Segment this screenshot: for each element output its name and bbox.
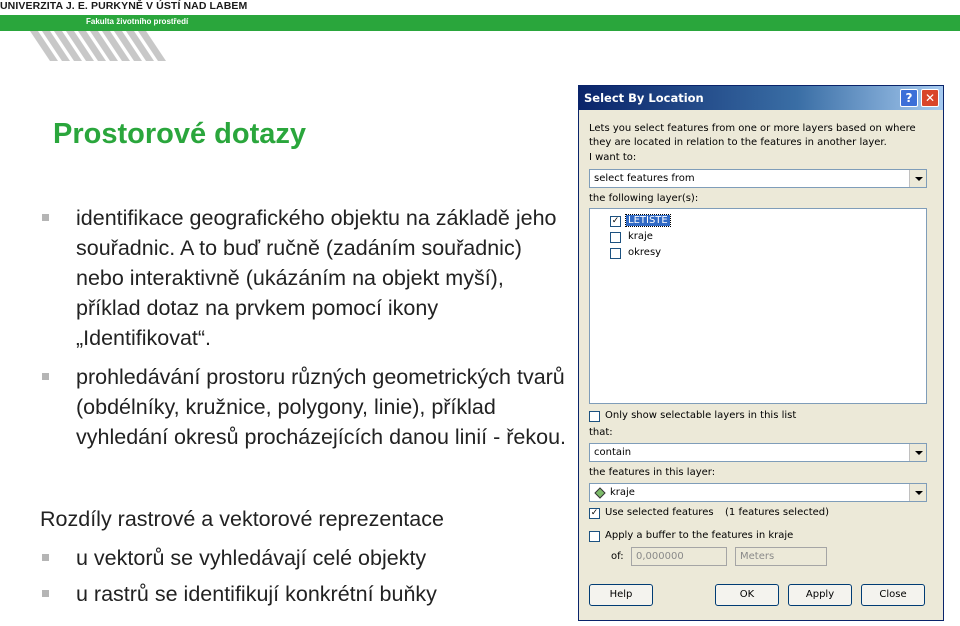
header-banner: UNIVERZITA J. E. PURKYNĚ V ÚSTÍ NAD LABE… [0, 0, 960, 64]
dialog-description: Lets you select features from one or mor… [589, 123, 916, 148]
main-bullet-list: identifikace geografického objektu na zá… [40, 203, 570, 452]
buffer-distance-field[interactable]: 0,000000 [631, 547, 727, 566]
sub-bullet-list: u vektorů se vyhledávají celé objekty u … [40, 543, 570, 609]
bullet-item: prohledávání prostoru různých geometrick… [40, 362, 570, 452]
bullet-item: u vektorů se vyhledávají celé objekty [40, 543, 570, 573]
buffer-label: Apply a buffer to the features in kraje [605, 530, 794, 541]
following-layers-label: the following layer(s): [589, 193, 699, 204]
only-selectable-label: Only show selectable layers in this list [605, 410, 797, 421]
features-layer-dropdown[interactable]: kraje [589, 483, 927, 502]
faculty-name: Fakulta životního prostředí [86, 17, 189, 26]
bullet-item: u rastrů se identifikují konkrétní buňky [40, 579, 570, 609]
layer-list[interactable]: ✓ LETISTE kraje okresy [589, 208, 927, 404]
close-button[interactable]: Close [861, 584, 925, 606]
that-dropdown[interactable]: contain [589, 443, 927, 462]
i-want-to-value: select features from [594, 173, 695, 184]
of-label: of: [611, 551, 624, 562]
that-value: contain [594, 447, 632, 458]
select-by-location-dialog: Select By Location ? ✕ Lets you select f… [578, 85, 944, 621]
buffer-distance-value: 0,000000 [636, 551, 684, 562]
polygon-layer-icon [594, 487, 606, 499]
layer-name: LETISTE [625, 214, 671, 227]
bullet-item: identifikace geografického objektu na zá… [40, 203, 570, 353]
chevron-down-icon[interactable] [909, 484, 926, 501]
features-layer-label: the features in this layer: [589, 467, 716, 478]
buffer-units-dropdown[interactable]: Meters [735, 547, 827, 566]
layer-checkbox[interactable]: ✓ [610, 216, 621, 227]
i-want-to-dropdown[interactable]: select features from [589, 169, 927, 188]
features-layer-value: kraje [610, 487, 635, 498]
decorative-stripes-icon [30, 31, 166, 61]
buffer-checkbox[interactable] [589, 531, 600, 542]
layer-checkbox[interactable] [610, 248, 621, 259]
use-selected-label: Use selected features [605, 507, 714, 518]
dialog-titlebar[interactable]: Select By Location ? ✕ [579, 86, 943, 110]
dialog-title: Select By Location [584, 91, 704, 105]
slide-title: Prostorové dotazy [53, 118, 306, 150]
close-icon[interactable]: ✕ [921, 89, 939, 107]
layer-checkbox[interactable] [610, 232, 621, 243]
layer-name: kraje [628, 231, 653, 242]
chevron-down-icon[interactable] [909, 444, 926, 461]
use-selected-checkbox[interactable]: ✓ [589, 508, 600, 519]
subheading: Rozdíly rastrové a vektorové reprezentac… [40, 507, 444, 531]
help-button[interactable]: Help [589, 584, 653, 606]
help-icon[interactable]: ? [900, 89, 918, 107]
i-want-to-label: I want to: [589, 152, 637, 163]
selected-count: (1 features selected) [725, 507, 830, 518]
layer-name: okresy [628, 247, 662, 258]
that-label: that: [589, 427, 613, 438]
buffer-units-value: Meters [740, 551, 775, 562]
only-selectable-checkbox[interactable] [589, 411, 600, 422]
ok-button[interactable]: OK [715, 584, 779, 606]
chevron-down-icon[interactable] [909, 170, 926, 187]
apply-button[interactable]: Apply [788, 584, 852, 606]
university-name: UNIVERZITA J. E. PURKYNĚ V ÚSTÍ NAD LABE… [0, 0, 248, 12]
